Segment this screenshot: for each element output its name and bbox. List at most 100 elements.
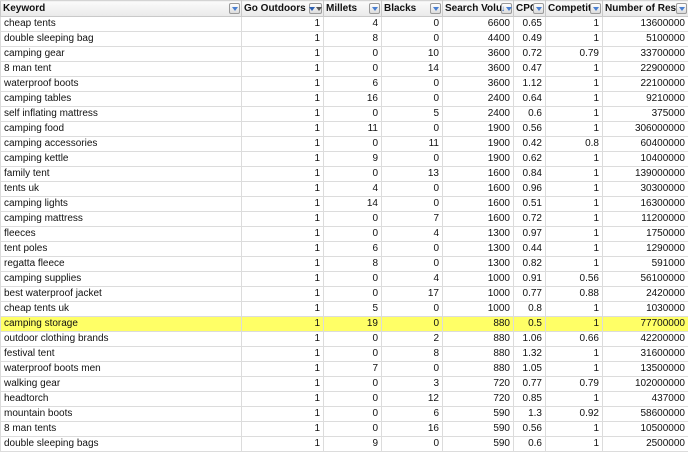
cell-number-of-results[interactable]: 77700000	[603, 317, 688, 332]
cell-go-outdoors[interactable]: 1	[242, 437, 324, 452]
cell-millets[interactable]: 0	[324, 47, 382, 62]
cell-cpc[interactable]: 0.56	[514, 122, 546, 137]
cell-competition[interactable]: 1	[546, 122, 603, 137]
cell-competition[interactable]: 1	[546, 392, 603, 407]
cell-cpc[interactable]: 0.82	[514, 257, 546, 272]
cell-go-outdoors[interactable]: 1	[242, 62, 324, 77]
cell-blacks[interactable]: 0	[382, 182, 443, 197]
column-header-millets[interactable]: Millets	[324, 1, 382, 17]
cell-keyword[interactable]: best waterproof jacket	[1, 287, 242, 302]
cell-blacks[interactable]: 4	[382, 272, 443, 287]
cell-search-volume[interactable]: 1600	[443, 167, 514, 182]
cell-competition[interactable]: 1	[546, 257, 603, 272]
cell-keyword[interactable]: camping lights	[1, 197, 242, 212]
cell-go-outdoors[interactable]: 1	[242, 197, 324, 212]
cell-number-of-results[interactable]: 13500000	[603, 362, 688, 377]
cell-competition[interactable]: 1	[546, 17, 603, 32]
cell-cpc[interactable]: 0.47	[514, 62, 546, 77]
cell-blacks[interactable]: 0	[382, 362, 443, 377]
cell-number-of-results[interactable]: 42200000	[603, 332, 688, 347]
cell-competition[interactable]: 1	[546, 62, 603, 77]
column-header-search-volume[interactable]: Search Volume↓	[443, 1, 514, 17]
cell-cpc[interactable]: 0.85	[514, 392, 546, 407]
cell-search-volume[interactable]: 1900	[443, 137, 514, 152]
cell-competition[interactable]: 1	[546, 347, 603, 362]
column-header-go-outdoors[interactable]: Go Outdoors	[242, 1, 324, 17]
cell-millets[interactable]: 4	[324, 182, 382, 197]
cell-competition[interactable]: 1	[546, 317, 603, 332]
cell-competition[interactable]: 0.79	[546, 377, 603, 392]
cell-competition[interactable]: 1	[546, 422, 603, 437]
cell-millets[interactable]: 0	[324, 137, 382, 152]
cell-blacks[interactable]: 0	[382, 317, 443, 332]
cell-keyword[interactable]: camping storage	[1, 317, 242, 332]
cell-keyword[interactable]: regatta fleece	[1, 257, 242, 272]
cell-go-outdoors[interactable]: 1	[242, 407, 324, 422]
cell-cpc[interactable]: 0.42	[514, 137, 546, 152]
cell-blacks[interactable]: 10	[382, 47, 443, 62]
cell-search-volume[interactable]: 6600	[443, 17, 514, 32]
cell-go-outdoors[interactable]: 1	[242, 377, 324, 392]
cell-competition[interactable]: 1	[546, 167, 603, 182]
cell-go-outdoors[interactable]: 1	[242, 272, 324, 287]
cell-cpc[interactable]: 0.77	[514, 287, 546, 302]
cell-search-volume[interactable]: 3600	[443, 62, 514, 77]
cell-competition[interactable]: 1	[546, 362, 603, 377]
cell-cpc[interactable]: 0.72	[514, 47, 546, 62]
cell-go-outdoors[interactable]: 1	[242, 347, 324, 362]
cell-blacks[interactable]: 0	[382, 437, 443, 452]
cell-cpc[interactable]: 0.64	[514, 92, 546, 107]
cell-blacks[interactable]: 0	[382, 257, 443, 272]
cell-keyword[interactable]: festival tent	[1, 347, 242, 362]
cell-cpc[interactable]: 0.65	[514, 17, 546, 32]
cell-search-volume[interactable]: 1000	[443, 287, 514, 302]
cell-blacks[interactable]: 0	[382, 122, 443, 137]
cell-blacks[interactable]: 0	[382, 92, 443, 107]
cell-blacks[interactable]: 8	[382, 347, 443, 362]
cell-millets[interactable]: 9	[324, 437, 382, 452]
cell-number-of-results[interactable]: 16300000	[603, 197, 688, 212]
cell-number-of-results[interactable]: 5100000	[603, 32, 688, 47]
cell-number-of-results[interactable]: 591000	[603, 257, 688, 272]
cell-keyword[interactable]: mountain boots	[1, 407, 242, 422]
cell-blacks[interactable]: 7	[382, 212, 443, 227]
cell-millets[interactable]: 6	[324, 77, 382, 92]
cell-search-volume[interactable]: 1600	[443, 197, 514, 212]
cell-search-volume[interactable]: 1300	[443, 257, 514, 272]
cell-go-outdoors[interactable]: 1	[242, 362, 324, 377]
cell-search-volume[interactable]: 880	[443, 332, 514, 347]
cell-blacks[interactable]: 0	[382, 197, 443, 212]
column-header-blacks[interactable]: Blacks	[382, 1, 443, 17]
cell-blacks[interactable]: 4	[382, 227, 443, 242]
cell-search-volume[interactable]: 1600	[443, 212, 514, 227]
cell-cpc[interactable]: 0.72	[514, 212, 546, 227]
cell-millets[interactable]: 16	[324, 92, 382, 107]
cell-cpc[interactable]: 1.3	[514, 407, 546, 422]
cell-cpc[interactable]: 0.8	[514, 302, 546, 317]
cell-cpc[interactable]: 0.51	[514, 197, 546, 212]
cell-cpc[interactable]: 0.56	[514, 422, 546, 437]
cell-millets[interactable]: 0	[324, 62, 382, 77]
cell-cpc[interactable]: 0.96	[514, 182, 546, 197]
cell-number-of-results[interactable]: 30300000	[603, 182, 688, 197]
column-header-cpc[interactable]: CPC	[514, 1, 546, 17]
cell-go-outdoors[interactable]: 1	[242, 152, 324, 167]
cell-number-of-results[interactable]: 102000000	[603, 377, 688, 392]
cell-go-outdoors[interactable]: 1	[242, 77, 324, 92]
cell-number-of-results[interactable]: 9210000	[603, 92, 688, 107]
cell-go-outdoors[interactable]: 1	[242, 32, 324, 47]
cell-keyword[interactable]: camping mattress	[1, 212, 242, 227]
cell-go-outdoors[interactable]: 1	[242, 47, 324, 62]
cell-number-of-results[interactable]: 60400000	[603, 137, 688, 152]
cell-search-volume[interactable]: 1000	[443, 272, 514, 287]
cell-go-outdoors[interactable]: 1	[242, 242, 324, 257]
cell-millets[interactable]: 6	[324, 242, 382, 257]
cell-keyword[interactable]: camping gear	[1, 47, 242, 62]
cell-search-volume[interactable]: 880	[443, 362, 514, 377]
cell-millets[interactable]: 8	[324, 32, 382, 47]
cell-number-of-results[interactable]: 11200000	[603, 212, 688, 227]
cell-search-volume[interactable]: 590	[443, 437, 514, 452]
cell-blacks[interactable]: 3	[382, 377, 443, 392]
cell-keyword[interactable]: tent poles	[1, 242, 242, 257]
cell-go-outdoors[interactable]: 1	[242, 212, 324, 227]
